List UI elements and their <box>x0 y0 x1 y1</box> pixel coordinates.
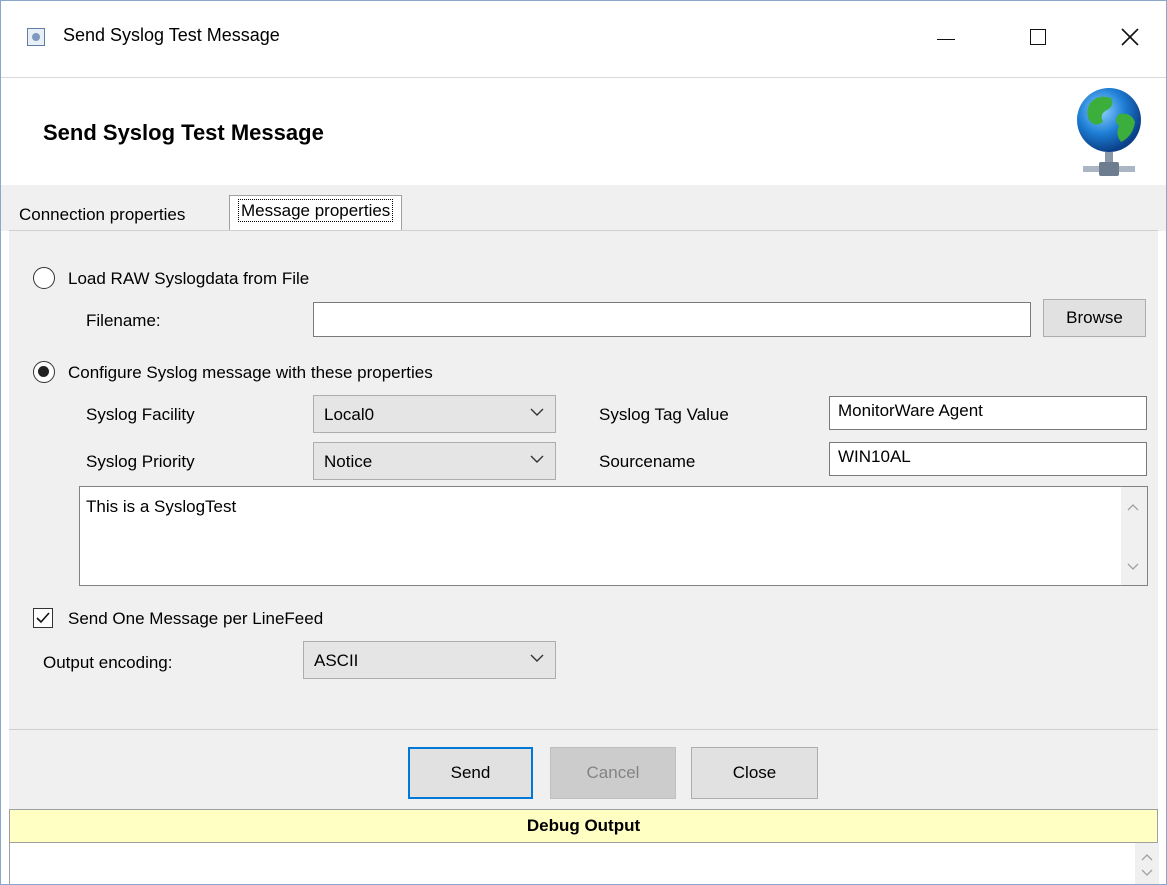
load-raw-label[interactable]: Load RAW Syslogdata from File <box>68 269 309 289</box>
maximize-icon <box>1030 29 1046 45</box>
debug-output-title: Debug Output <box>526 816 641 835</box>
maximize-button[interactable] <box>1015 15 1061 59</box>
debug-output-area[interactable] <box>9 843 1159 884</box>
syslog-priority-select[interactable]: Notice <box>313 442 556 480</box>
message-text-area[interactable]: This is a SyslogTest <box>79 486 1148 586</box>
close-button[interactable]: Close <box>691 747 818 799</box>
sourcename-label: Sourcename <box>599 452 696 471</box>
sourcename-input[interactable]: WIN10AL <box>829 442 1147 476</box>
checkmark-icon <box>36 612 50 624</box>
scroll-up-icon[interactable] <box>1127 503 1139 511</box>
linefeed-checkbox[interactable] <box>33 608 53 628</box>
configure-properties-radio[interactable] <box>33 361 55 383</box>
send-button[interactable]: Send <box>408 747 533 799</box>
linefeed-label[interactable]: Send One Message per LineFeed <box>68 609 323 629</box>
syslog-tag-label: Syslog Tag Value <box>599 405 729 424</box>
syslog-facility-select[interactable]: Local0 <box>313 395 556 433</box>
close-icon <box>1121 28 1139 46</box>
app-icon <box>27 28 45 46</box>
syslog-facility-label: Syslog Facility <box>86 405 195 424</box>
title-bar[interactable]: Send Syslog Test Message <box>1 1 1166 77</box>
message-text: This is a SyslogTest <box>86 497 237 516</box>
syslog-priority-label: Syslog Priority <box>86 452 195 471</box>
output-encoding-select[interactable]: ASCII <box>303 641 556 679</box>
message-scrollbar[interactable] <box>1121 487 1147 585</box>
output-encoding-label: Output encoding: <box>43 653 173 672</box>
dialog-header: Send Syslog Test Message <box>1 77 1166 187</box>
syslog-facility-value: Local0 <box>324 405 375 424</box>
cancel-button[interactable]: Cancel <box>550 747 676 799</box>
close-window-button[interactable] <box>1107 15 1153 59</box>
syslog-priority-value: Notice <box>324 452 373 471</box>
scroll-down-icon[interactable] <box>1127 563 1139 571</box>
tab-connection-properties[interactable]: Connection properties <box>13 201 191 229</box>
chevron-down-icon <box>530 455 544 463</box>
minimize-button[interactable] <box>923 15 969 59</box>
minimize-icon <box>937 38 955 40</box>
window-title: Send Syslog Test Message <box>63 25 280 45</box>
debug-scrollbar[interactable] <box>1135 843 1159 884</box>
output-encoding-value: ASCII <box>314 651 359 670</box>
configure-properties-label[interactable]: Configure Syslog message with these prop… <box>68 363 433 383</box>
load-raw-radio[interactable] <box>33 267 55 289</box>
tab-message-properties[interactable]: Message properties <box>229 195 403 231</box>
browse-button[interactable]: Browse <box>1043 299 1146 337</box>
filename-label: Filename: <box>86 311 161 330</box>
dialog-window: Send Syslog Test Message Send Syslog Tes… <box>0 0 1167 885</box>
scroll-down-icon[interactable] <box>1141 869 1153 877</box>
globe-network-icon <box>1077 88 1141 176</box>
syslog-tag-input[interactable]: MonitorWare Agent <box>829 396 1147 430</box>
tab-strip: Connection properties Message properties <box>1 185 1166 231</box>
debug-output-header: Debug Output <box>9 809 1158 843</box>
chevron-down-icon <box>530 408 544 416</box>
chevron-down-icon <box>530 654 544 662</box>
tab-message-properties-label: Message properties <box>238 199 394 222</box>
filename-input[interactable] <box>313 302 1031 337</box>
scroll-up-icon[interactable] <box>1141 853 1153 861</box>
header-title: Send Syslog Test Message <box>43 120 324 145</box>
